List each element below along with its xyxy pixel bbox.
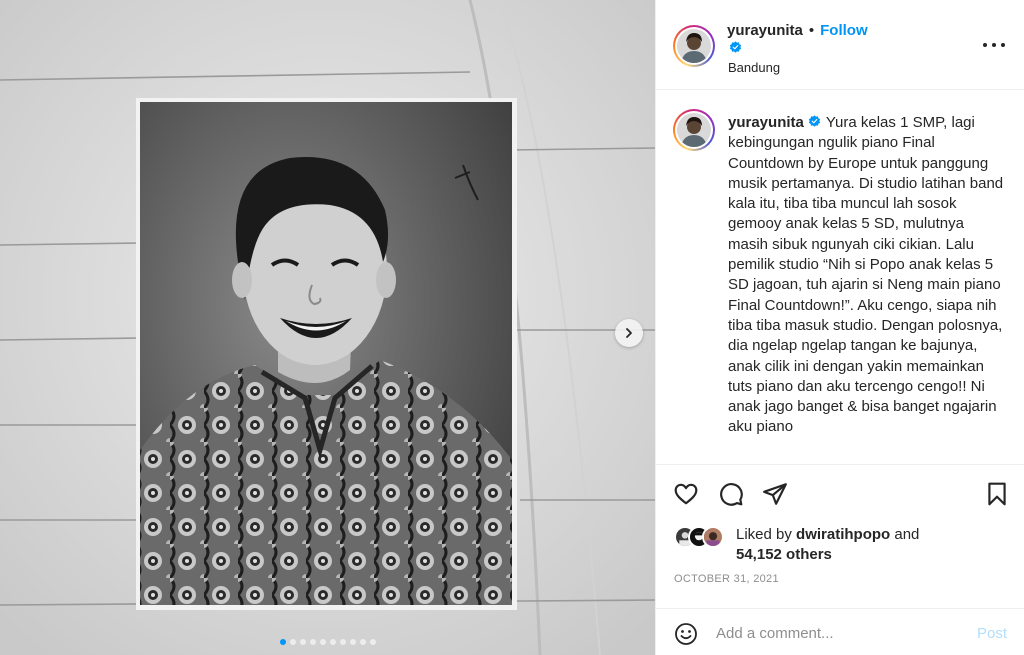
carousel-dot [279, 639, 286, 645]
more-dot-icon [983, 43, 987, 47]
carousel-dot [319, 639, 326, 645]
share-icon[interactable] [762, 481, 788, 507]
caption-scroll-area[interactable]: yurayunita Yura kelas 1 SMP, lagi kebing… [656, 91, 1024, 465]
carousel-dot [349, 639, 356, 645]
carousel-dot [289, 639, 296, 645]
heart-icon[interactable] [673, 481, 699, 507]
likes-text: Liked by dwiratihpopo and 54,152 others [736, 525, 919, 565]
avatar-image [677, 29, 711, 63]
post-header: yurayunita • Follow Bandung [656, 0, 1024, 90]
post-location[interactable]: Bandung [728, 60, 780, 75]
post-photo [0, 0, 655, 655]
verified-badge-icon [808, 115, 821, 127]
author-username[interactable]: yurayunita [727, 22, 803, 39]
comment-input[interactable] [716, 622, 966, 644]
follow-button[interactable]: Follow [820, 22, 868, 39]
liker-avatars[interactable] [674, 526, 734, 550]
carousel-dot [309, 639, 316, 645]
carousel-dot [369, 639, 376, 645]
post-date[interactable]: OCTOBER 31, 2021 [674, 573, 779, 585]
post-media[interactable] [0, 0, 655, 655]
carousel-indicator [0, 639, 655, 645]
likes-summary: Liked by dwiratihpopo and 54,152 others [674, 524, 1014, 570]
post-caption: yurayunita Yura kelas 1 SMP, lagi kebing… [728, 113, 1008, 438]
header-separator: • [808, 22, 815, 39]
comment-icon[interactable] [718, 481, 744, 507]
avatar-image [677, 113, 711, 147]
post-details-panel: yurayunita • Follow Bandung yurayunita Y… [655, 0, 1024, 655]
bookmark-icon[interactable] [984, 481, 1010, 507]
more-dot-icon [1001, 43, 1005, 47]
author-avatar[interactable] [673, 25, 715, 67]
carousel-dot [339, 639, 346, 645]
likes-count[interactable]: 54,152 others [736, 546, 832, 563]
post-comment-button[interactable]: Post [977, 625, 1007, 642]
emoji-icon[interactable] [674, 622, 698, 646]
caption-username[interactable]: yurayunita [728, 114, 804, 131]
chevron-right-icon [626, 328, 632, 338]
carousel-next-button[interactable] [615, 319, 643, 347]
carousel-dot [299, 639, 306, 645]
liked-by-prefix: Liked by [736, 526, 792, 543]
more-options-button[interactable] [983, 36, 1005, 54]
caption-avatar[interactable] [673, 109, 715, 151]
post-actions [656, 475, 1024, 515]
liker-avatar [702, 526, 724, 548]
liked-by-user[interactable]: dwiratihpopo [796, 526, 890, 543]
carousel-dot [329, 639, 336, 645]
carousel-dot [359, 639, 366, 645]
liked-by-conjunction: and [894, 526, 920, 543]
add-comment-bar: Post [656, 608, 1024, 655]
caption-text: Yura kelas 1 SMP, lagi kebingungan nguli… [728, 114, 1004, 436]
verified-badge-icon [729, 41, 742, 53]
more-dot-icon [992, 43, 996, 47]
